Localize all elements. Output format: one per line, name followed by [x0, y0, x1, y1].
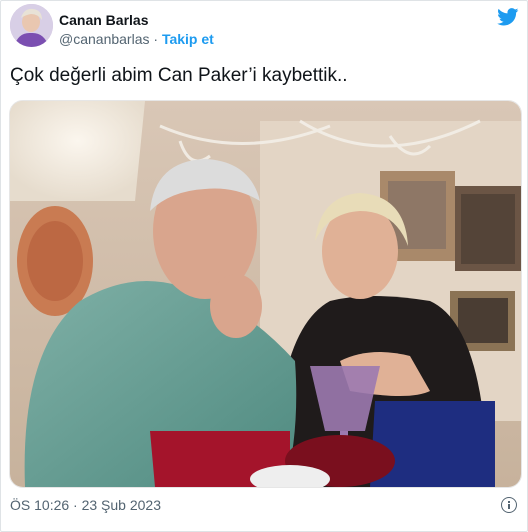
author-name[interactable]: Canan Barlas: [59, 12, 148, 28]
tweet-timestamp[interactable]: ÖS 10:26 · 23 Şub 2023: [10, 497, 161, 513]
separator-dot: ·: [153, 31, 159, 47]
author-handle-row: @cananbarlas · Takip et: [59, 31, 214, 47]
author-avatar[interactable]: [10, 4, 53, 47]
tweet-photo[interactable]: [9, 100, 522, 488]
tweet-text: Çok değerli abim Can Paker’i kaybettik..: [10, 65, 348, 86]
photo-illustration: [10, 101, 521, 487]
tweet-embed-card: Canan Barlas @cananbarlas · Takip et Çok…: [0, 0, 528, 532]
author-handle[interactable]: @cananbarlas: [59, 31, 150, 47]
info-icon[interactable]: [501, 497, 517, 513]
twitter-bird-icon[interactable]: [497, 8, 519, 26]
follow-button[interactable]: Takip et: [162, 31, 214, 47]
lamp-shade: [10, 101, 145, 201]
tweet-header: Canan Barlas @cananbarlas · Takip et: [10, 4, 519, 50]
